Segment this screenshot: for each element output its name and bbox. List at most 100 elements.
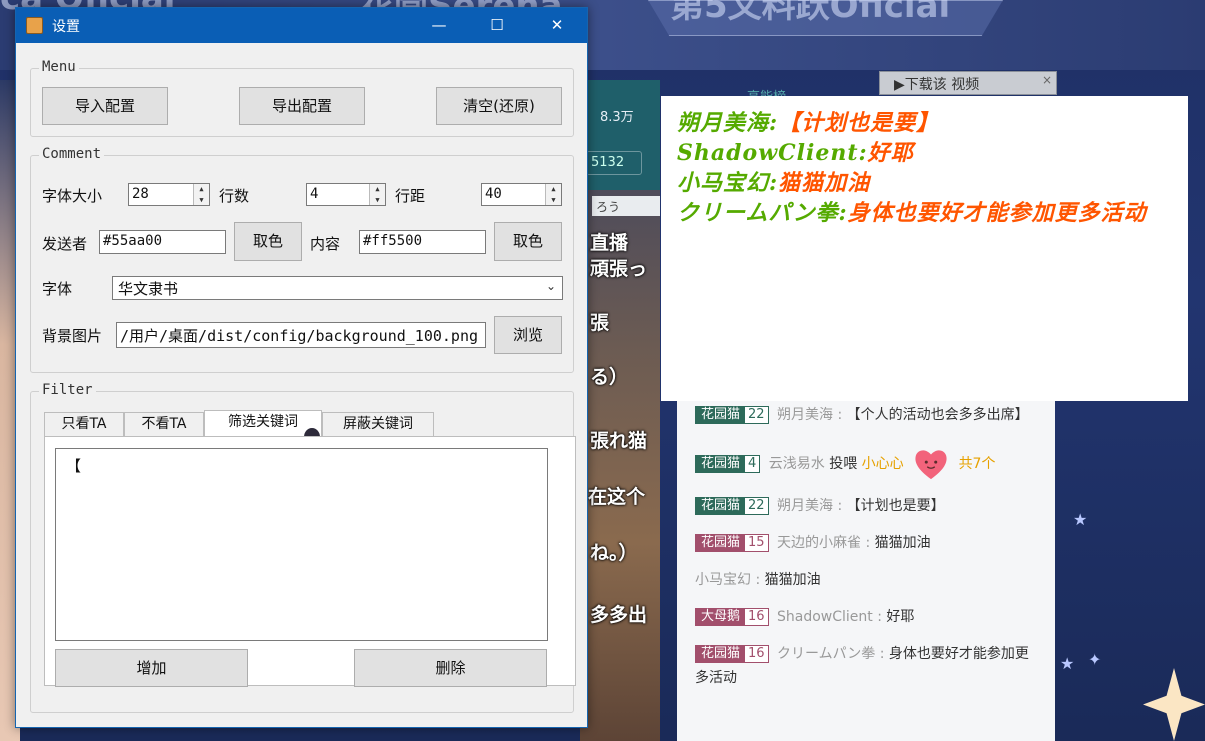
medal-name: 花园猫 (696, 646, 746, 662)
comment-overlay-preview: 朔月美海:【计划也是要】 ShadowClient:好耶 小马宝幻:猫猫加油 ク… (661, 96, 1188, 401)
rows-value: 4 (310, 186, 319, 202)
import-config-button[interactable]: 导入配置 (42, 87, 168, 125)
star-icon: ✦ (1088, 650, 1102, 669)
medal-level: 4 (745, 456, 760, 472)
overlay-line: 小马宝幻:猫猫加油 (677, 168, 1172, 198)
download-video-label: ▶下载该 视频 (894, 77, 980, 93)
chat-username[interactable]: 云浅易水 (769, 456, 825, 472)
minimize-button[interactable]: — (416, 8, 462, 43)
content-color-input[interactable]: #ff5500 (359, 230, 486, 254)
clear-restore-button[interactable]: 清空(还原) (436, 87, 562, 125)
settings-window: 设置 — ☐ ✕ Menu 导入配置 导出配置 清空(还原) Comment 字… (15, 7, 588, 728)
maximize-button[interactable]: ☐ (474, 8, 520, 43)
chat-text: 好耶 (886, 609, 915, 625)
subtitle-line: る） (590, 366, 629, 388)
medal-name: 花园猫 (696, 498, 746, 514)
medal-name: 花园猫 (696, 407, 746, 423)
title-bar[interactable]: 设置 — ☐ ✕ (16, 8, 587, 43)
overlay-sender: 小马宝幻: (677, 170, 779, 196)
chat-username[interactable]: 小马宝幻 : (695, 572, 760, 588)
background-image-label: 背景图片 (42, 327, 103, 345)
tab-only-show[interactable]: 只看TA (44, 412, 124, 436)
font-label: 字体 (42, 280, 73, 298)
star-icon: ★ (1073, 510, 1088, 529)
medal-name: 花园猫 (696, 535, 746, 551)
fan-medal[interactable]: 大母鹅 16 (695, 608, 769, 626)
chat-username[interactable]: ShadowClient : (777, 609, 882, 625)
medal-name: 大母鹅 (696, 609, 746, 625)
overlay-sender: ShadowClient: (677, 140, 868, 166)
spin-down-icon[interactable]: ▼ (194, 194, 209, 205)
overlay-line: ShadowClient:好耶 (677, 138, 1172, 168)
add-keyword-button[interactable]: 增加 (55, 649, 248, 687)
overlay-line: クリームパン拳:身体也要好才能参加更多活动 (677, 198, 1172, 228)
subtitle-line: 頑張っ (590, 258, 648, 280)
fan-medal[interactable]: 花园猫 4 (695, 455, 761, 473)
fan-medal[interactable]: 花园猫 15 (695, 534, 769, 552)
gift-name: 小心心 (861, 456, 904, 472)
medal-level: 15 (745, 535, 768, 551)
overlay-content: 猫猫加油 (778, 170, 871, 196)
danmaku-chat-panel: 花园猫 22 朔月美海 : 【个人的活动也会多多出席】 花园猫 4 云浅易水 投喂 … (677, 401, 1055, 741)
medal-level: 22 (745, 407, 768, 423)
chat-username[interactable]: 天边的小麻雀 : (777, 535, 870, 551)
font-size-label: 字体大小 (42, 187, 103, 205)
font-select-value: 华文隶书 (118, 280, 179, 298)
fan-medal[interactable]: 花园猫 22 (695, 406, 769, 424)
tab-block-keywords[interactable]: 屏蔽关键词 (322, 412, 434, 436)
spin-up-icon[interactable]: ▲ (194, 184, 209, 195)
subtitle-line: 直播 (590, 232, 629, 254)
line-spacing-spinbox[interactable]: 40 ▲ ▼ (481, 183, 562, 206)
heart-gift-icon (915, 450, 947, 480)
content-color-label: 内容 (310, 235, 341, 253)
chevron-down-icon: ⌄ (545, 279, 556, 293)
chat-message: 大母鹅 16 ShadowClient : 好耶 (695, 605, 1037, 629)
chat-username[interactable]: 朔月美海 : (777, 498, 842, 514)
spin-down-icon[interactable]: ▼ (546, 194, 561, 205)
spin-up-icon[interactable]: ▲ (546, 184, 561, 195)
sender-color-input[interactable]: #55aa00 (99, 230, 226, 254)
subtitle-line: 在这个 (588, 486, 646, 508)
font-size-value: 28 (132, 186, 149, 202)
spin-up-icon[interactable]: ▲ (370, 184, 385, 195)
chat-message: 小马宝幻 : 猫猫加油 (695, 568, 1037, 592)
menu-group-label: Menu (39, 59, 79, 75)
chat-message: 花园猫 16 クリームパン拳 : 身体也要好才能参加更多活动 (695, 642, 1037, 690)
chat-text: 【个人的活动也会多多出席】 (846, 407, 1029, 423)
rows-label: 行数 (219, 187, 250, 205)
chat-text: 猫猫加油 (874, 535, 931, 551)
download-video-button[interactable]: ▶下载该 视频 × (879, 71, 1057, 95)
browse-button[interactable]: 浏览 (494, 316, 562, 354)
close-icon[interactable]: × (1042, 73, 1052, 87)
medal-level: 16 (745, 646, 768, 662)
tab-hide-user[interactable]: 不看TA (124, 412, 204, 436)
fan-medal[interactable]: 花园猫 22 (695, 497, 769, 515)
star-icon: ★ (1060, 654, 1075, 673)
fan-medal[interactable]: 花园猫 16 (695, 645, 769, 663)
content-pick-color-button[interactable]: 取色 (494, 222, 562, 261)
rows-spinbox[interactable]: 4 ▲ ▼ (306, 183, 386, 206)
export-config-button[interactable]: 导出配置 (239, 87, 365, 125)
overlay-sender: 朔月美海: (677, 110, 779, 136)
font-size-spinbox[interactable]: 28 ▲ ▼ (128, 183, 210, 206)
spin-down-icon[interactable]: ▼ (370, 194, 385, 205)
close-button[interactable]: ✕ (534, 8, 580, 43)
font-select[interactable]: 华文隶书 ⌄ (112, 276, 563, 300)
sender-color-label: 发送者 (42, 235, 88, 253)
delete-keyword-button[interactable]: 删除 (354, 649, 547, 687)
sender-pick-color-button[interactable]: 取色 (234, 222, 302, 261)
chat-message: 花园猫 22 朔月美海 : 【个人的活动也会多多出席】 (695, 401, 1037, 427)
subtitle-line: 張 (590, 312, 610, 334)
chat-username[interactable]: 朔月美海 : (777, 407, 842, 423)
keyword-list-textarea[interactable]: 【 (55, 448, 548, 641)
small-label-box: ろう (592, 196, 660, 216)
background-image-path-input[interactable]: /用户/桌面/dist/config/background_100.png (116, 322, 486, 348)
subtitle-line: 多多出 (590, 604, 648, 626)
room-number: 5132 (586, 151, 642, 175)
overlay-content: 好耶 (867, 140, 914, 166)
filter-group-label: Filter (39, 382, 96, 398)
sparkle-icon (1143, 668, 1205, 741)
viewer-count: 8.3万 (600, 110, 634, 125)
chat-username[interactable]: クリームパン拳 : (777, 646, 884, 662)
overlay-line: 朔月美海:【计划也是要】 (677, 108, 1172, 138)
